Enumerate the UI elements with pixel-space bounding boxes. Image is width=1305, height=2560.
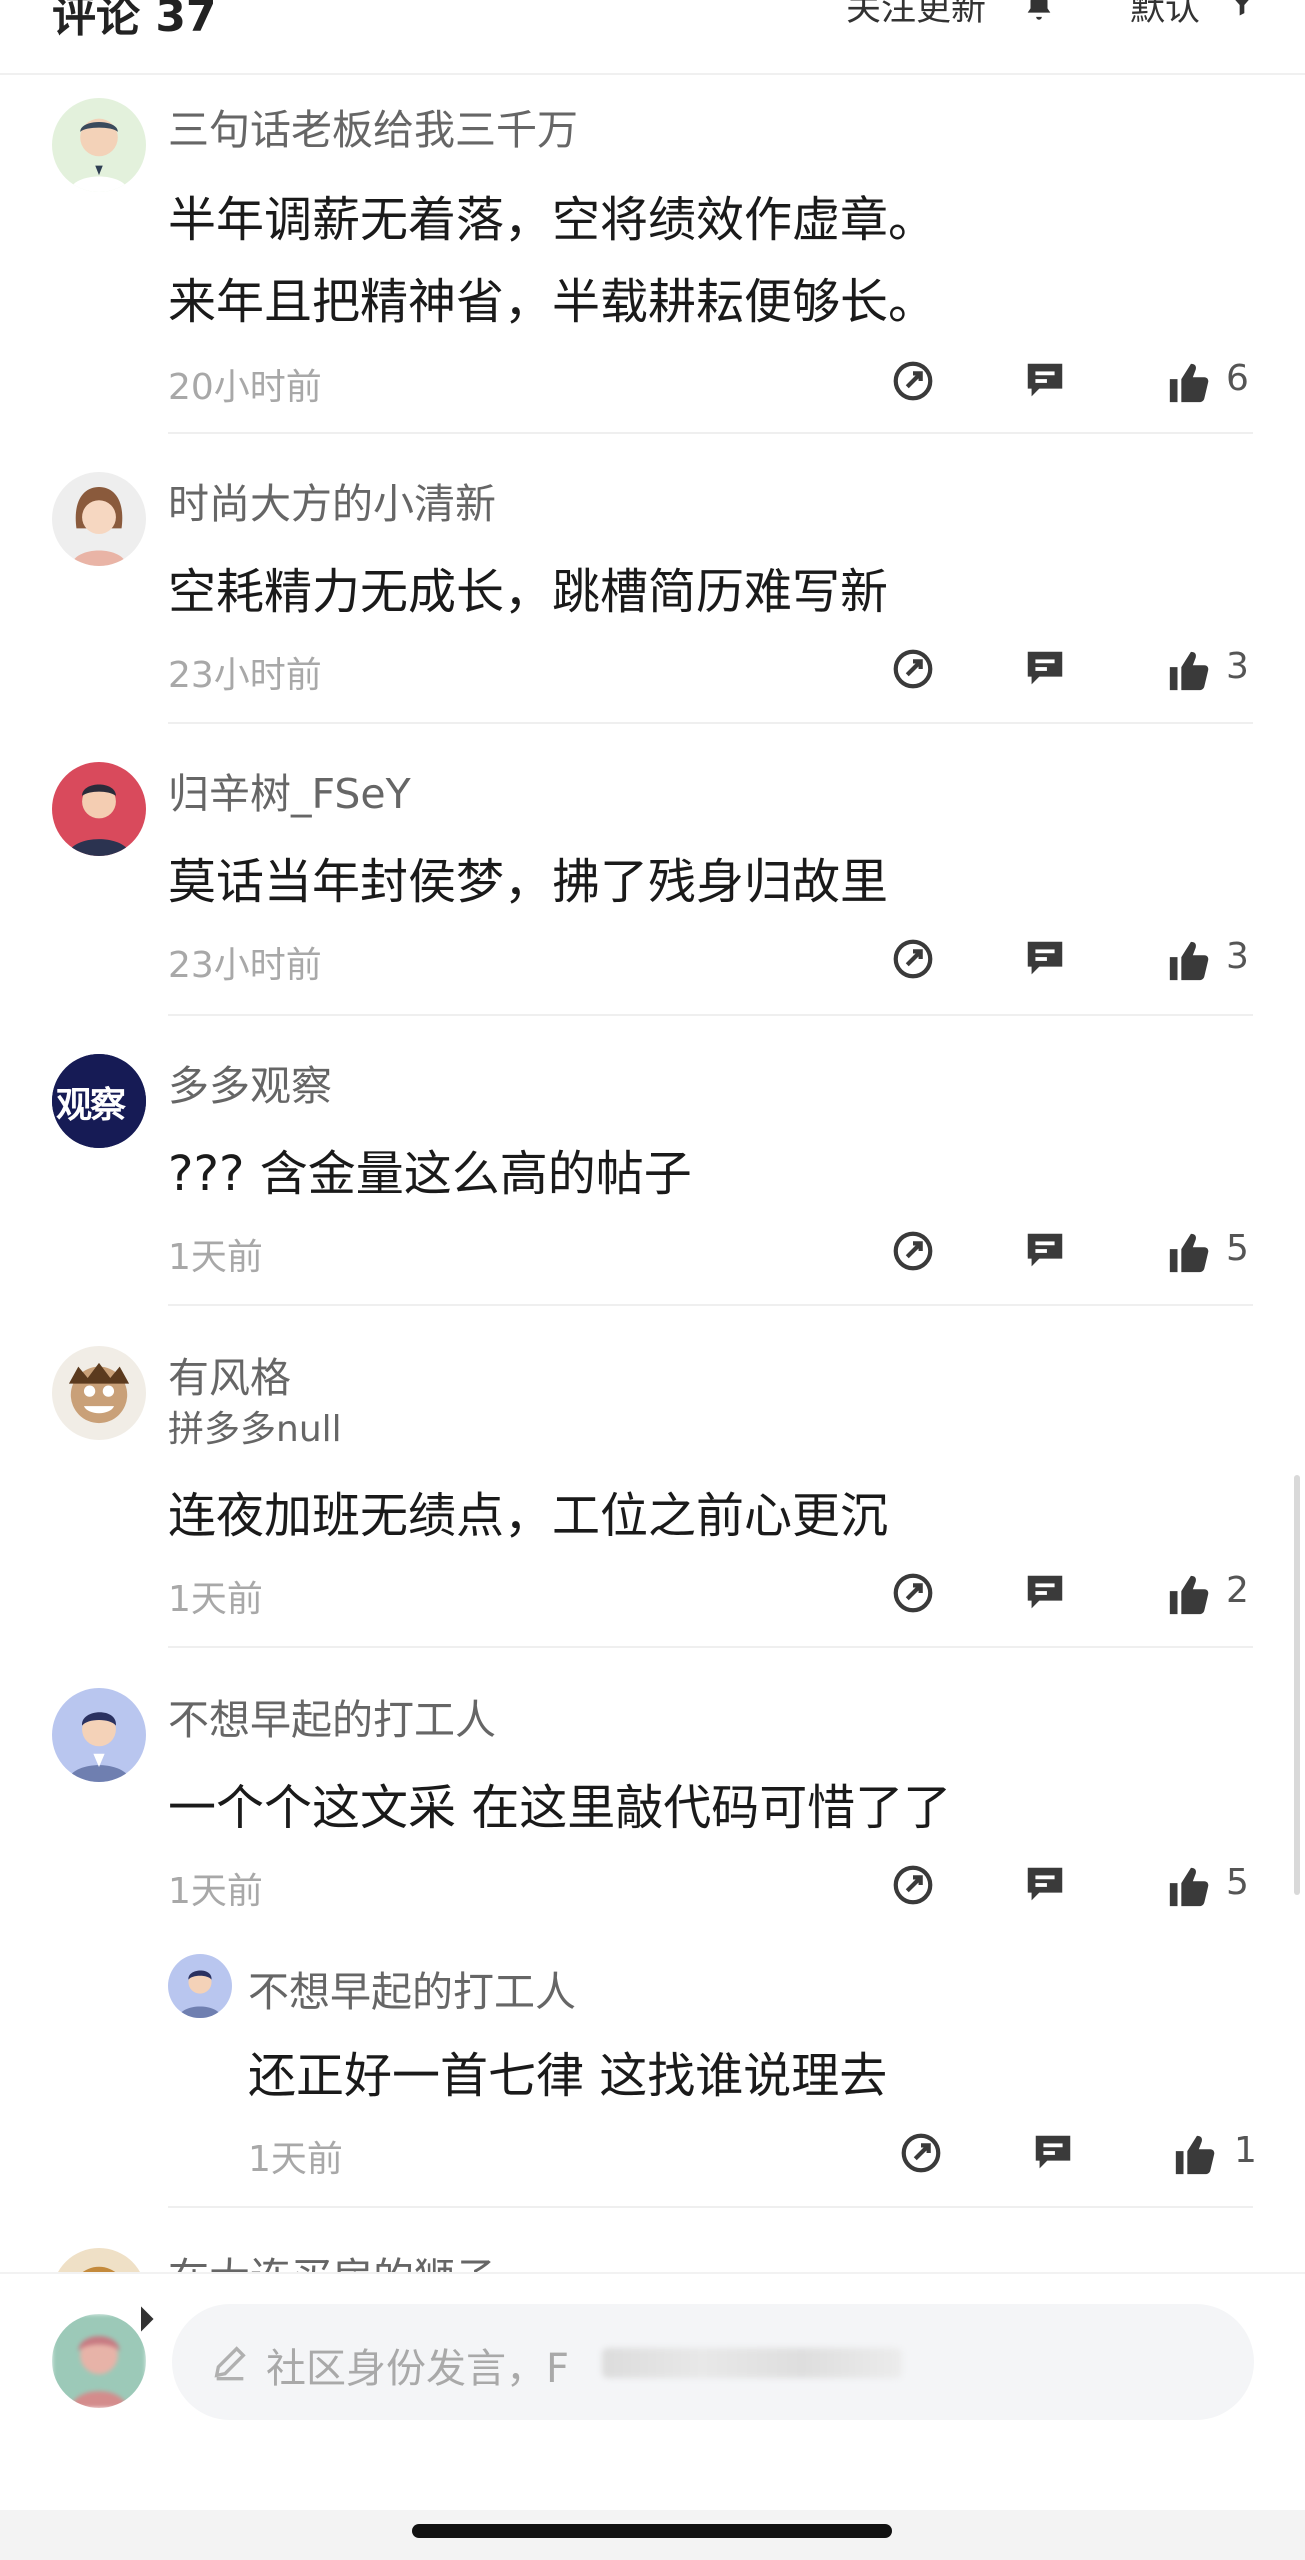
reply-icon[interactable] — [1030, 2130, 1076, 2176]
like-icon[interactable] — [1166, 1230, 1212, 1276]
bell-icon[interactable] — [1022, 0, 1056, 24]
divider — [168, 1304, 1253, 1306]
avatar-text: 观察 — [56, 1085, 126, 1126]
like-icon[interactable] — [1166, 1572, 1212, 1618]
divider — [168, 2206, 1253, 2208]
user-avatar[interactable] — [52, 1346, 146, 1440]
divider — [168, 1014, 1253, 1016]
divider — [168, 432, 1253, 434]
reply-timestamp: 1天前 — [248, 2139, 343, 2180]
like-count: 1 — [1234, 2130, 1257, 2171]
comment-text-line: 一个个这文采 在这里敲代码可惜了了 — [168, 1780, 952, 1836]
comment-input[interactable]: 社区身份发言，F — [172, 2304, 1254, 2420]
user-avatar[interactable] — [52, 1688, 146, 1782]
comment-text-line: ??? 含金量这么高的帖子 — [168, 1146, 692, 1202]
comments-title: 评论 37 — [52, 0, 217, 42]
like-count: 6 — [1226, 358, 1249, 399]
comment-text-line: 莫话当年封侯梦，拂了残身归故里 — [168, 854, 889, 910]
like-count: 2 — [1226, 1570, 1249, 1611]
my-avatar[interactable] — [52, 2314, 146, 2408]
like-icon[interactable] — [1166, 648, 1212, 694]
reply-icon[interactable] — [1022, 1228, 1068, 1274]
like-count: 3 — [1226, 936, 1249, 977]
reply-user-avatar[interactable] — [168, 1954, 232, 2018]
reply-icon[interactable] — [1022, 1862, 1068, 1908]
sort-icon[interactable] — [1228, 0, 1256, 20]
reply-icon[interactable] — [1022, 1570, 1068, 1616]
comment-username[interactable]: 多多观察 — [168, 1052, 332, 1112]
scrollbar[interactable] — [1294, 1475, 1300, 1895]
home-indicator[interactable] — [412, 2524, 892, 2538]
reply-username[interactable]: 不想早起的打工人 — [248, 1958, 576, 2018]
comment-timestamp: 20小时前 — [168, 367, 322, 408]
user-subtitle: 拼多多null — [168, 1409, 342, 1450]
reply-icon[interactable] — [1022, 358, 1068, 404]
comment-username[interactable]: 不想早起的打工人 — [168, 1686, 496, 1746]
share-icon[interactable] — [890, 358, 936, 404]
comment-text-line: 来年且把精神省，半载耕耘便够长。 — [168, 274, 937, 330]
sort-default-button[interactable]: 默认 — [1130, 0, 1200, 31]
user-avatar[interactable] — [52, 472, 146, 566]
share-icon[interactable] — [890, 1862, 936, 1908]
comments-header: 评论 37 关注更新 默认 — [0, 0, 1305, 75]
comment-input-placeholder: 社区身份发言，F — [266, 2346, 570, 2392]
comment-username[interactable]: 归辛树_FSeY — [168, 760, 411, 820]
share-icon[interactable] — [890, 1570, 936, 1616]
comment-username[interactable]: 时尚大方的小清新 — [168, 470, 496, 530]
user-avatar[interactable] — [52, 98, 146, 192]
like-count: 5 — [1226, 1228, 1249, 1269]
reply-icon[interactable] — [1022, 646, 1068, 692]
share-icon[interactable] — [890, 646, 936, 692]
comment-text-line: 空耗精力无成长，跳槽简历难写新 — [168, 564, 889, 620]
divider — [168, 722, 1253, 724]
comment-timestamp: 1天前 — [168, 1579, 263, 1620]
comment-timestamp: 1天前 — [168, 1237, 263, 1278]
comment-timestamp: 23小时前 — [168, 945, 322, 986]
user-avatar[interactable]: 观察 — [52, 1054, 146, 1148]
reply-text: 还正好一首七律 这找谁说理去 — [248, 2048, 888, 2104]
share-icon[interactable] — [890, 1228, 936, 1274]
like-icon[interactable] — [1166, 360, 1212, 406]
share-icon[interactable] — [898, 2130, 944, 2176]
pencil-icon — [214, 2346, 246, 2381]
comments-page: 评论 37 关注更新 默认 三句话老板给我三千万 半年调薪无着落，空将绩效作虚章… — [0, 0, 1305, 2560]
follow-updates-button[interactable]: 关注更新 — [846, 0, 986, 31]
comment-timestamp: 23小时前 — [168, 655, 322, 696]
like-icon[interactable] — [1166, 938, 1212, 984]
user-avatar[interactable] — [52, 762, 146, 856]
comment-input-bar: 社区身份发言，F — [0, 2272, 1305, 2560]
share-icon[interactable] — [890, 936, 936, 982]
like-count: 3 — [1226, 646, 1249, 687]
comment-username[interactable]: 有风格 — [168, 1344, 291, 1404]
reply-icon[interactable] — [1022, 936, 1068, 982]
blurred-placeholder-text — [602, 2348, 902, 2378]
like-count: 5 — [1226, 1862, 1249, 1903]
comment-text-line: 连夜加班无绩点，工位之前心更沉 — [168, 1488, 889, 1544]
like-icon[interactable] — [1166, 1864, 1212, 1910]
comment-timestamp: 1天前 — [168, 1871, 263, 1912]
comment-username[interactable]: 三句话老板给我三千万 — [168, 96, 578, 156]
comment-text-line: 半年调薪无着落，空将绩效作虚章。 — [168, 192, 937, 248]
divider — [168, 1646, 1253, 1648]
like-icon[interactable] — [1172, 2132, 1218, 2178]
